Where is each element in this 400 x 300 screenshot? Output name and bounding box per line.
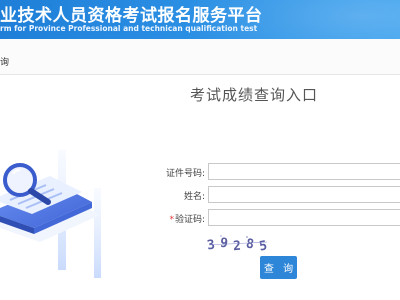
site-subtitle: rm for Province Professional and technic… (0, 24, 258, 33)
query-button[interactable]: 查 询 (260, 256, 297, 279)
captcha-noise (208, 235, 268, 246)
panel-title: 考试成绩查询入口 (190, 86, 319, 104)
pillar-shape (94, 188, 101, 278)
name-input[interactable] (208, 186, 400, 203)
captcha-image[interactable]: 3 9 2 8 5 (206, 233, 271, 255)
captcha-label: *验证码: (169, 212, 205, 225)
required-mark: * (169, 215, 174, 225)
site-title: 业技术人员资格考试报名服务平台 (0, 6, 263, 26)
id-number-input[interactable] (208, 163, 400, 180)
captcha-input[interactable] (208, 209, 400, 226)
captcha-label-text: 验证码: (174, 215, 205, 225)
breadcrumb[interactable]: 询 (0, 55, 9, 68)
name-label: 姓名: (183, 192, 205, 202)
site-header: 业技术人员资格考试报名服务平台 rm for Province Professi… (0, 0, 400, 39)
id-number-label: 证件号码: (165, 169, 205, 179)
